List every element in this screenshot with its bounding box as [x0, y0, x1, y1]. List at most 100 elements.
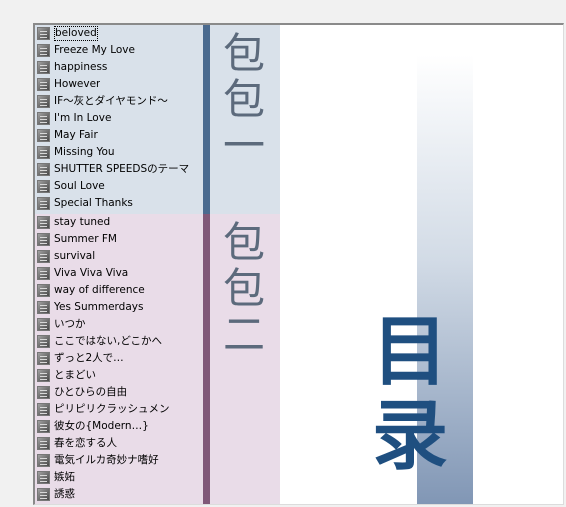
section-2-title: 包 包 二: [218, 220, 270, 358]
list-item-label: 誘惑: [54, 488, 75, 500]
toc-char-2: 录: [372, 391, 448, 480]
list-item[interactable]: 電気イルカ奇妙ナ嗜好: [35, 452, 201, 469]
section-1-title: 包 包 一: [218, 31, 270, 169]
file-icon: [37, 369, 50, 382]
list-item[interactable]: Summer FM: [35, 231, 201, 248]
list-item-label: いつか: [54, 318, 86, 330]
list-item-label: 春を恋する人: [54, 437, 117, 449]
list-item[interactable]: I'm In Love: [35, 110, 201, 127]
file-icon: [37, 180, 50, 193]
list-item-label: 嫉妬: [54, 471, 75, 483]
list-item[interactable]: とまどい: [35, 367, 201, 384]
list-item[interactable]: beloved: [35, 25, 201, 42]
list-item[interactable]: Yes Summerdays: [35, 299, 201, 316]
list-item[interactable]: Soul Love: [35, 178, 201, 195]
file-icon: [37, 403, 50, 416]
section-1-title-char-1: 包: [222, 29, 265, 78]
list-item[interactable]: ピリピリクラッシュメン: [35, 401, 201, 418]
section-2-title-char-3: 二: [222, 310, 265, 359]
list-item[interactable]: ここではない,どこかへ: [35, 333, 201, 350]
list-item[interactable]: However: [35, 76, 201, 93]
file-icon: [37, 233, 50, 246]
list-item-label: Soul Love: [54, 180, 105, 192]
toc-char-1: 目: [372, 307, 448, 396]
file-icon: [37, 27, 50, 40]
list-item-label: way of difference: [54, 284, 145, 296]
list-item-label: beloved: [54, 26, 98, 41]
list-item-label: ずっと2人で…: [54, 352, 124, 364]
list-item-label: survival: [54, 250, 96, 262]
list-item-label: Missing You: [54, 146, 115, 158]
list-item[interactable]: Special Thanks: [35, 195, 201, 212]
list-item-label: stay tuned: [54, 216, 111, 228]
list-item-label: Special Thanks: [54, 197, 133, 209]
list-item-label: Freeze My Love: [54, 44, 135, 56]
file-icon: [37, 420, 50, 433]
list-item[interactable]: いつか: [35, 316, 201, 333]
list-item[interactable]: IF～灰とダイヤモンド～: [35, 93, 201, 110]
list-item-label: May Fair: [54, 129, 98, 141]
list-item[interactable]: way of difference: [35, 282, 201, 299]
section-2: stay tuned Summer FM survival Viva Viva Viv…: [35, 214, 280, 504]
list-item-label: ピリピリクラッシュメン: [54, 403, 170, 415]
list-item-label: I'm In Love: [54, 112, 112, 124]
list-item-label: ひとひらの自由: [54, 386, 128, 398]
section-2-title-char-2: 包: [222, 264, 265, 313]
file-icon: [37, 61, 50, 74]
list-item[interactable]: May Fair: [35, 127, 201, 144]
file-icon: [37, 44, 50, 57]
list-item-label: IF～灰とダイヤモンド～: [54, 95, 168, 107]
section-2-title-char-1: 包: [222, 218, 265, 267]
list-item-label: とまどい: [54, 369, 96, 381]
file-icon: [37, 112, 50, 125]
list-item-label: happiness: [54, 61, 108, 73]
file-icon: [37, 197, 50, 210]
list-item[interactable]: SHUTTER SPEEDSのテーマ: [35, 161, 201, 178]
file-icon: [37, 488, 50, 501]
file-icon: [37, 386, 50, 399]
section-1-list: beloved Freeze My Love happiness However IF～…: [35, 25, 201, 212]
list-item-label: However: [54, 78, 101, 90]
section-2-list: stay tuned Summer FM survival Viva Viva Viv…: [35, 214, 201, 503]
section-2-bar: [203, 214, 210, 504]
list-item[interactable]: Freeze My Love: [35, 42, 201, 59]
file-icon: [37, 146, 50, 159]
section-1: beloved Freeze My Love happiness However IF～…: [35, 25, 280, 214]
list-item-label: Yes Summerdays: [54, 301, 144, 313]
list-item[interactable]: 誘惑: [35, 486, 201, 503]
file-icon: [37, 301, 50, 314]
section-1-title-char-2: 包: [222, 75, 265, 124]
list-item[interactable]: Viva Viva Viva: [35, 265, 201, 282]
file-icon: [37, 437, 50, 450]
list-item-label: Summer FM: [54, 233, 117, 245]
window-frame: beloved Freeze My Love happiness However IF～…: [33, 23, 564, 505]
file-icon: [37, 129, 50, 142]
list-item[interactable]: survival: [35, 248, 201, 265]
file-icon: [37, 216, 50, 229]
list-item[interactable]: ひとひらの自由: [35, 384, 201, 401]
file-icon: [37, 163, 50, 176]
file-icon: [37, 335, 50, 348]
list-item[interactable]: stay tuned: [35, 214, 201, 231]
list-item[interactable]: ずっと2人で…: [35, 350, 201, 367]
list-item-label: SHUTTER SPEEDSのテーマ: [54, 163, 190, 175]
file-icon: [37, 352, 50, 365]
list-item[interactable]: happiness: [35, 59, 201, 76]
list-item-label: Viva Viva Viva: [54, 267, 129, 279]
section-1-title-char-3: 一: [222, 121, 265, 170]
toc-title: 目 录: [365, 310, 455, 478]
file-icon: [37, 471, 50, 484]
list-item-label: ここではない,どこかへ: [54, 335, 163, 347]
file-icon: [37, 318, 50, 331]
list-item-label: 彼女の{Modern…}: [54, 420, 149, 432]
section-1-bar: [203, 25, 210, 214]
list-item[interactable]: 春を恋する人: [35, 435, 201, 452]
list-item[interactable]: 彼女の{Modern…}: [35, 418, 201, 435]
file-icon: [37, 284, 50, 297]
list-item[interactable]: 嫉妬: [35, 469, 201, 486]
file-icon: [37, 250, 50, 263]
file-icon: [37, 78, 50, 91]
file-icon: [37, 454, 50, 467]
file-icon: [37, 267, 50, 280]
list-item[interactable]: Missing You: [35, 144, 201, 161]
